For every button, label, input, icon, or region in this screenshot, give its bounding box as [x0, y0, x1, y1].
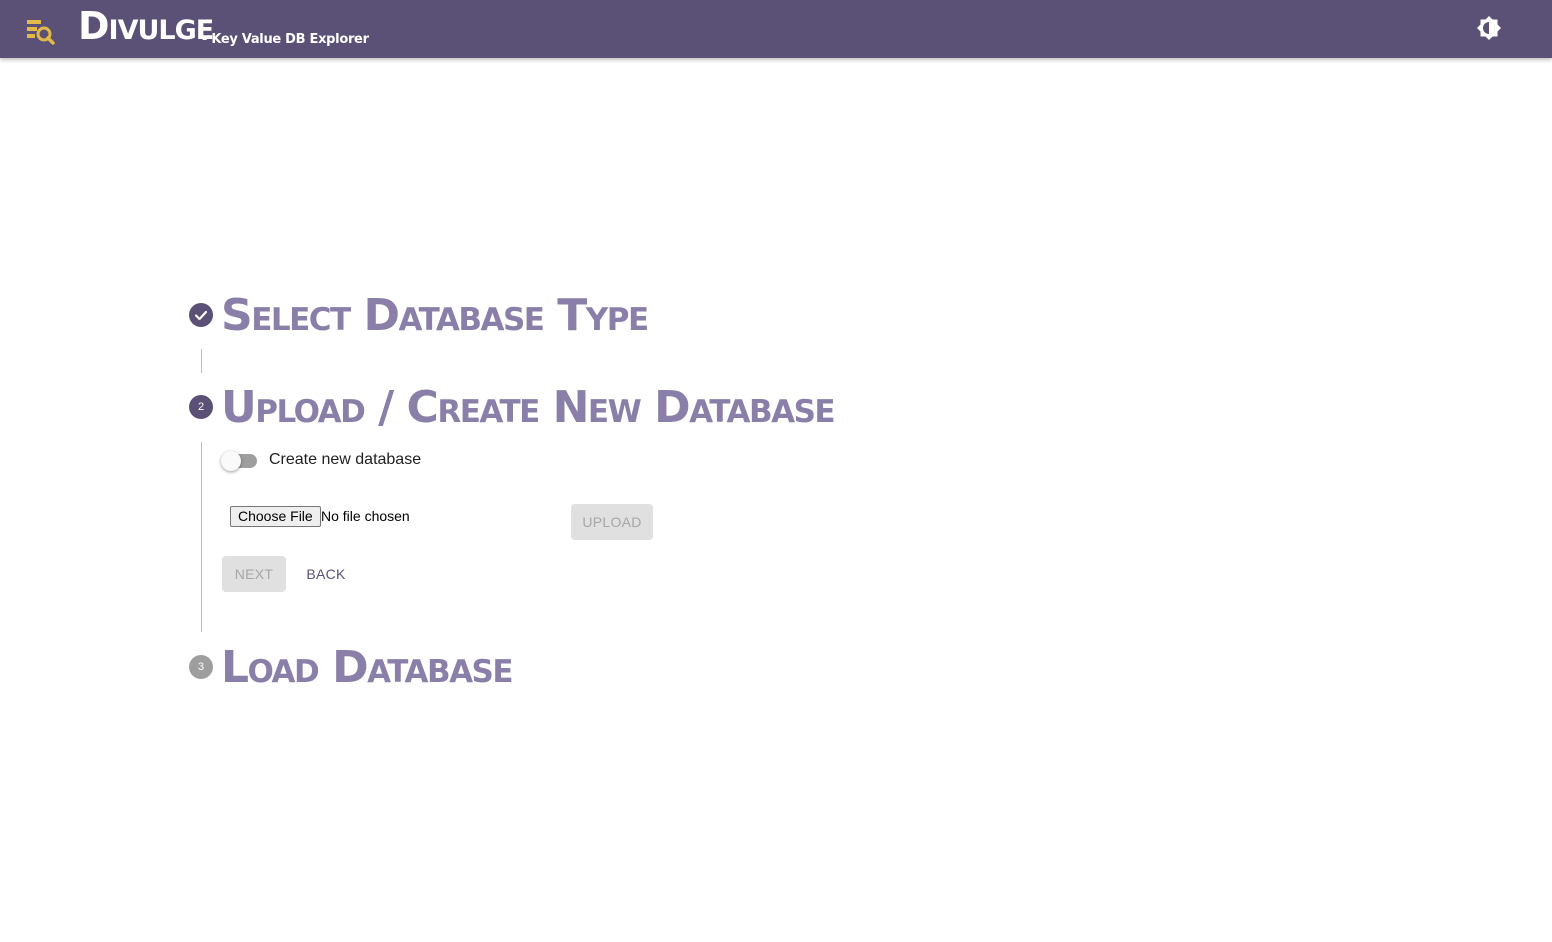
choose-file-button[interactable]: Choose File	[230, 506, 321, 527]
file-status: No file chosen	[321, 508, 410, 524]
toggle-thumb	[221, 451, 241, 471]
next-button[interactable]: NEXT	[222, 556, 286, 592]
back-button[interactable]: BACK	[298, 556, 354, 592]
app-subtitle: - Key Value DB Explorer	[202, 32, 369, 47]
step-1-title[interactable]: Select Database Type	[221, 290, 649, 342]
step-2-title: Upload / Create New Database	[221, 382, 836, 433]
upload-button[interactable]: UPLOAD	[571, 504, 653, 540]
brightness-icon[interactable]	[1475, 14, 1503, 42]
step-3-title: Load Database	[221, 642, 514, 693]
create-new-database-label: Create new database	[269, 451, 422, 468]
step-2-icon: 2	[189, 395, 213, 419]
step-1-icon	[189, 303, 213, 327]
step-connector	[201, 349, 202, 373]
create-new-database-toggle[interactable]	[221, 451, 259, 471]
database-search-icon	[27, 20, 55, 45]
check-icon	[194, 310, 208, 321]
app-bar: Divulge - Key Value DB Explorer	[0, 0, 1552, 58]
app-title: Divulge	[78, 4, 214, 48]
step-3-icon: 3	[189, 655, 213, 679]
step-content-line	[201, 442, 202, 632]
